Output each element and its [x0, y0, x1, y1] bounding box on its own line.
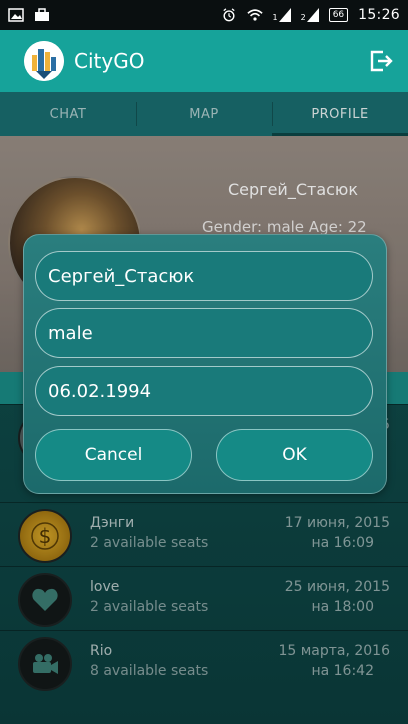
- briefcase-notification-icon: [35, 8, 49, 21]
- birthdate-field[interactable]: 06.02.1994: [35, 366, 373, 416]
- alarm-icon: [222, 8, 235, 22]
- city-logo-icon: [24, 41, 64, 81]
- cancel-button[interactable]: Cancel: [35, 429, 192, 481]
- battery-icon: 66: [328, 8, 349, 22]
- name-field[interactable]: Сергей_Стасюк: [35, 251, 373, 301]
- image-notification-icon: [8, 8, 24, 22]
- clock: 15:26: [358, 7, 400, 23]
- signal-1-icon: 1: [273, 8, 291, 22]
- status-left: [8, 8, 50, 22]
- signal-2-label: 2: [300, 13, 306, 22]
- signal-2-icon: 2: [301, 8, 319, 22]
- app-title: CityGO: [74, 49, 145, 73]
- wifi-icon: [246, 9, 263, 21]
- exit-icon[interactable]: [368, 48, 394, 74]
- status-bar: 1 2 66 15:26: [0, 0, 408, 30]
- status-right: 1 2 66 15:26: [221, 7, 401, 23]
- signal-1-label: 1: [272, 13, 278, 22]
- ok-button[interactable]: OK: [216, 429, 373, 481]
- app-bar: CityGO: [0, 30, 408, 92]
- gender-field[interactable]: male: [35, 308, 373, 358]
- edit-profile-dialog: Сергей_Стасюк male 06.02.1994 Cancel OK: [23, 234, 387, 494]
